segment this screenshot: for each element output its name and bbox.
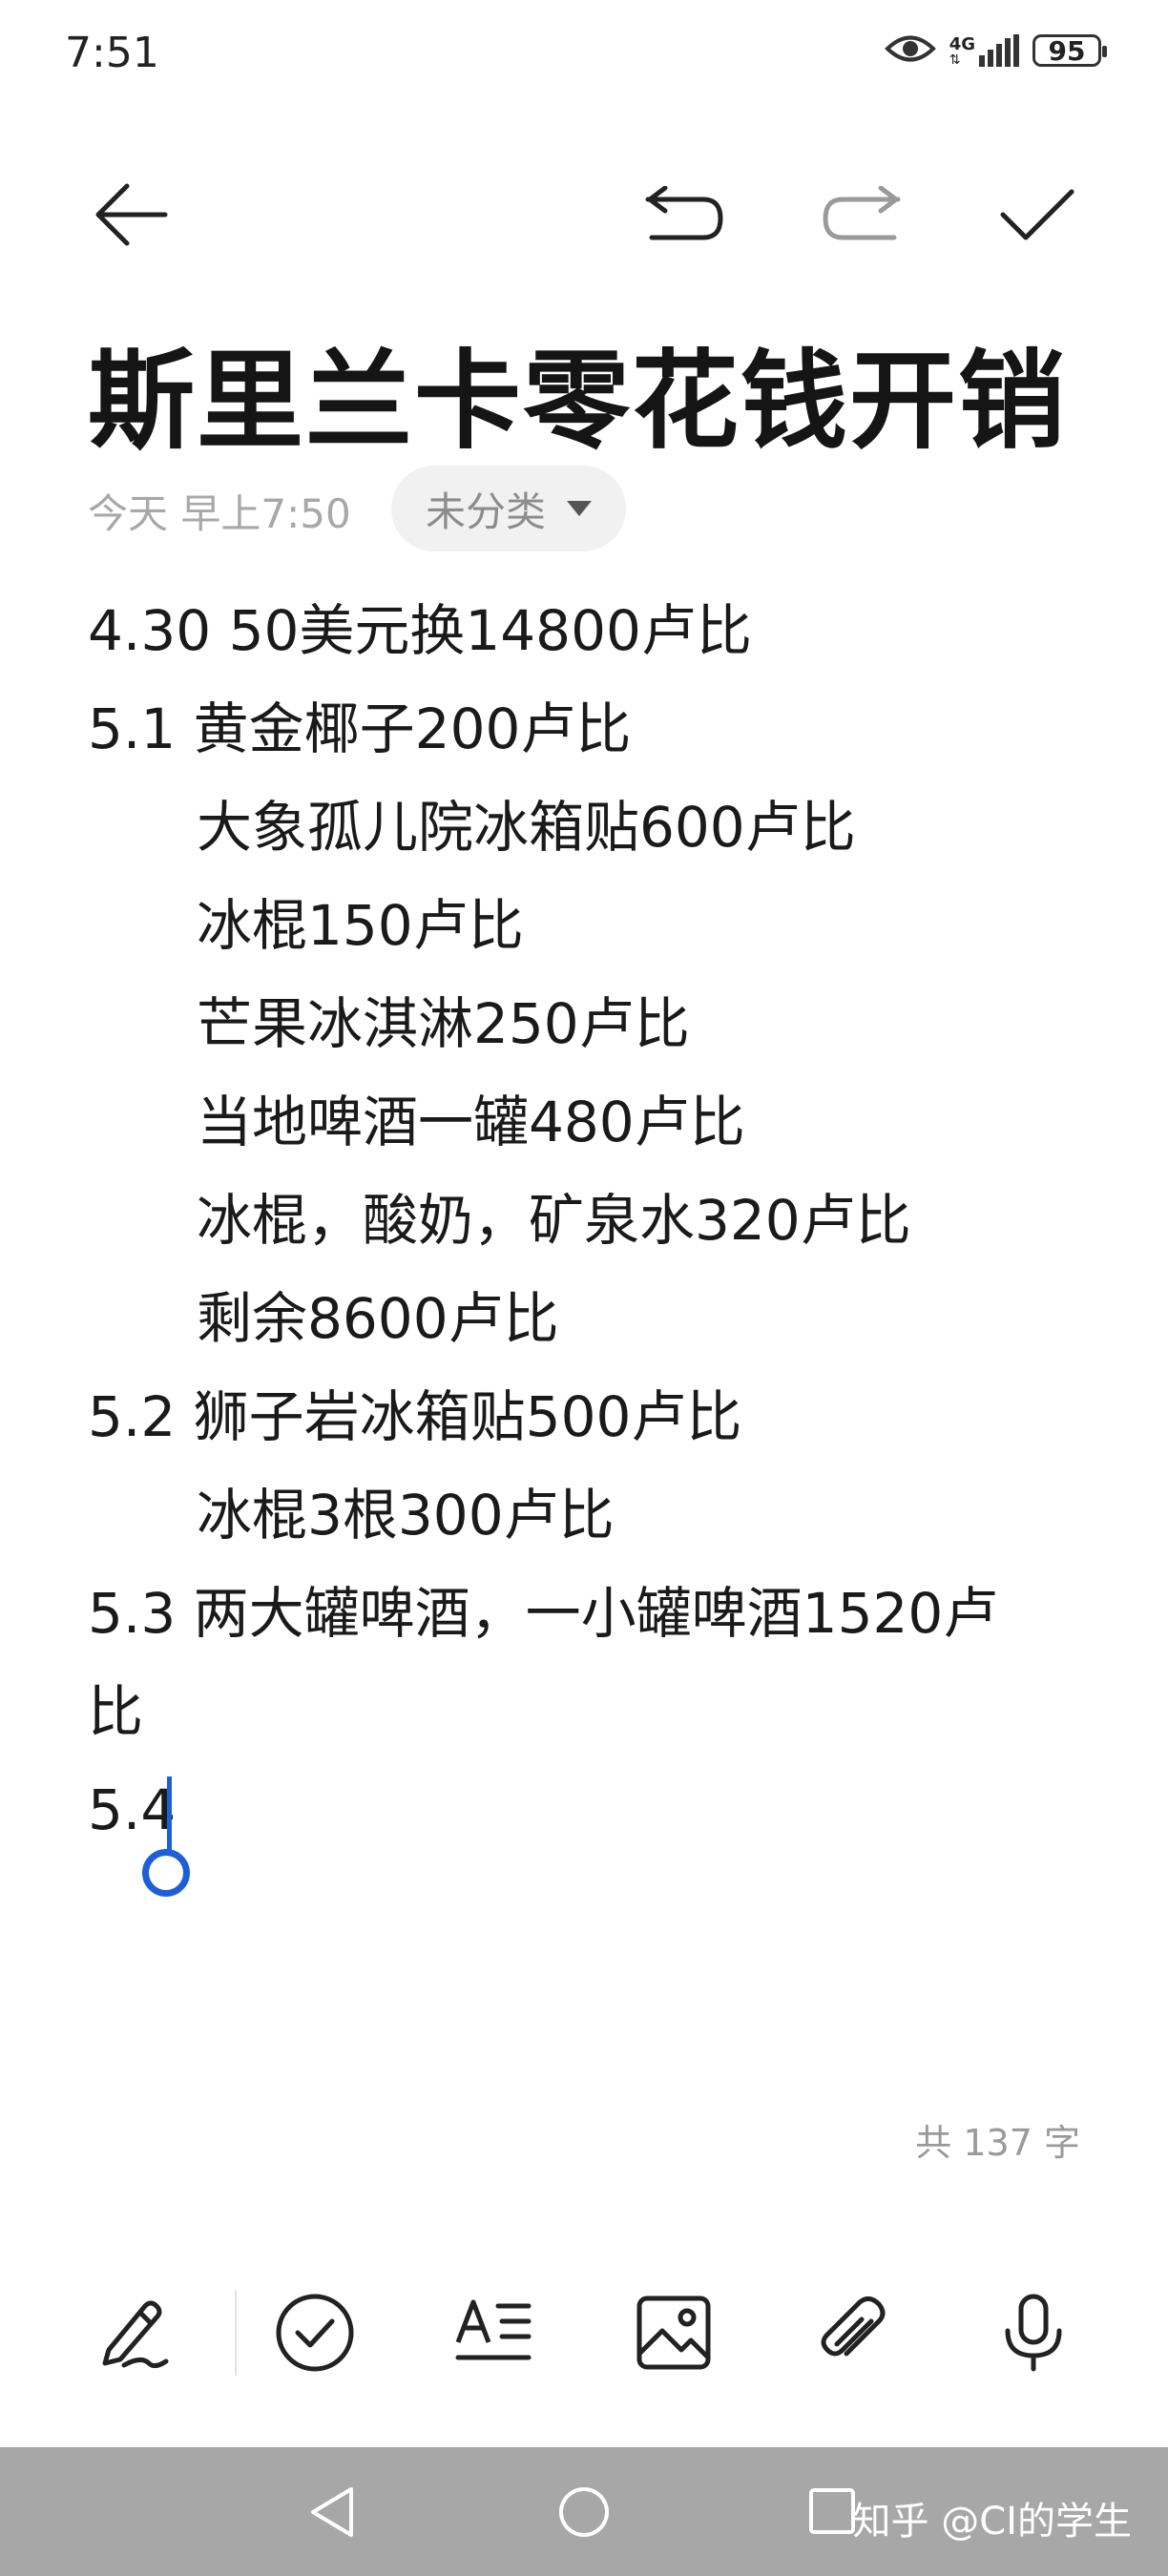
redo-button[interactable] [819,172,905,258]
attachment-button[interactable] [809,2290,895,2376]
status-time: 7:51 [65,29,159,77]
note-line: 冰棍3根300卢比 [197,1483,615,1548]
watermark: 知乎 @CI的学生 [852,2500,1132,2544]
note-line: 5.3 两大罐啤酒，一小罐啤酒1520卢 [88,1581,999,1646]
note-line: 冰棍150卢比 [197,893,524,958]
note-line: 芒果冰淇淋250卢比 [197,991,690,1056]
eye-icon [884,32,936,69]
note-line: 5.2 狮子岩冰箱贴500卢比 [88,1384,742,1449]
microphone-icon [1005,2294,1062,2372]
category-selector[interactable]: 未分类 [391,466,627,551]
word-count: 共 137 字 [915,2122,1080,2164]
undo-button[interactable] [641,172,727,258]
note-line: 5.4 [88,1777,177,1842]
check-icon [1000,189,1074,240]
note-line: 4.30 50美元换14800卢比 [88,598,752,663]
note-line: 剩余8600卢比 [197,1286,559,1351]
back-button[interactable] [88,172,174,258]
toolbar-divider [235,2290,237,2376]
nav-home-icon [559,2487,609,2537]
note-line: 冰棍，酸奶，矿泉水320卢比 [197,1188,911,1253]
insert-image-button[interactable] [631,2290,717,2376]
note-title[interactable]: 斯里兰卡零花钱开销 [88,315,1067,469]
checklist-icon [276,2294,354,2372]
voice-input-button[interactable] [991,2290,1076,2376]
nav-home-button[interactable] [557,2485,611,2543]
note-line: 5.1 黄金椰子200卢比 [88,696,632,761]
battery-icon: 95 [1032,34,1107,67]
handwriting-button[interactable] [91,2290,177,2376]
handwriting-icon [102,2300,169,2369]
redo-icon [823,186,901,240]
status-icons: 4G ⇅ 95 [884,32,1107,69]
image-icon [636,2296,711,2370]
category-label: 未分类 [426,488,547,535]
cursor-handle[interactable] [142,1849,190,1897]
back-arrow-icon [95,183,168,246]
note-line: 比 [88,1679,144,1744]
checklist-button[interactable] [272,2290,358,2376]
text-format-button[interactable] [451,2290,537,2376]
nav-back-button[interactable] [307,2485,357,2543]
nav-recents-button[interactable] [808,2487,856,2539]
attachment-icon [821,2296,886,2357]
chevron-down-icon [567,501,593,516]
confirm-button[interactable] [994,172,1080,258]
undo-icon [645,186,723,240]
note-line: 当地啤酒一罐480卢比 [197,1090,745,1154]
note-line: 大象孤儿院冰箱贴600卢比 [197,795,856,860]
network-type: 4G [949,34,975,54]
text-format-icon [455,2299,532,2360]
nav-recents-icon [809,2488,855,2534]
note-date: 今天 早上7:50 [88,490,351,537]
nav-back-icon [311,2487,353,2537]
signal-icon: 4G ⇅ [949,34,1019,67]
